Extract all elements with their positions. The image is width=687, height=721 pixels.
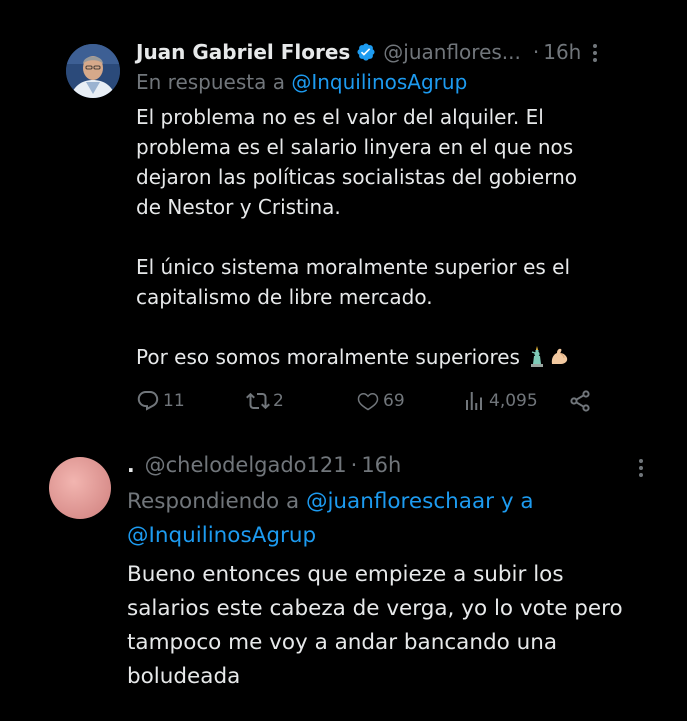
views-button[interactable]: 4,095 [462,386,538,416]
repost-count: 2 [273,391,284,411]
avatar[interactable] [66,44,120,98]
reply-mention-link[interactable]: @juanfloreschaar [306,489,494,514]
reply-button[interactable]: 11 [136,386,185,416]
separator-dot: · [532,40,540,64]
statue-of-liberty-icon [526,344,548,376]
reply-prefix: Respondiendo a [127,489,306,514]
views-chart-icon [466,392,482,410]
verified-badge-icon [356,42,376,62]
separator-dot: · [350,453,358,477]
tweet-header: Juan Gabriel Flores @juanflores... · 16h [136,38,581,66]
heart-icon [357,392,379,411]
timestamp[interactable]: 16h [543,40,581,64]
more-options-icon[interactable] [585,41,605,65]
repost-button[interactable]: 2 [246,386,284,416]
author-handle[interactable]: @juanflores... [383,40,521,64]
timestamp[interactable]: 16h [361,453,401,477]
avatar[interactable] [49,457,111,519]
tweet-text: El problema no es el valor del alquiler.… [136,102,636,376]
reply-joiner: y a [493,489,534,514]
action-bar: 11 2 69 4,095 [136,386,606,416]
share-icon [570,390,590,412]
reply-mention-link[interactable]: @InquilinosAgrup [291,70,467,94]
avatar-image [66,44,120,98]
tweet-reply[interactable]: . @chelodelgado121 · 16h Respondiendo a … [0,440,687,721]
tweet-body-text: El problema no es el valor del alquiler.… [136,105,577,369]
reply-count: 11 [163,391,185,411]
reply-context: En respuesta a @InquilinosAgrup [136,67,467,97]
reply-mention-link[interactable]: @InquilinosAgrup [127,523,316,548]
tweet-text: Bueno entonces que empieze a subir los s… [127,562,623,689]
repost-icon [246,392,270,410]
tweet-main[interactable]: Juan Gabriel Flores @juanflores... · 16h… [0,0,687,440]
more-options-icon[interactable] [631,456,651,480]
tweet-header: . @chelodelgado121 · 16h [127,450,401,480]
like-count: 69 [383,391,405,411]
like-button[interactable]: 69 [356,386,405,416]
flexed-biceps-icon [548,344,572,376]
author-name[interactable]: . [127,453,135,477]
author-name[interactable]: Juan Gabriel Flores [136,40,350,64]
share-button[interactable] [568,386,592,416]
reply-prefix: En respuesta a [136,70,292,94]
author-handle[interactable]: @chelodelgado121 [145,453,347,477]
reply-context: Respondiendo a @juanfloreschaar y a @Inq… [127,485,647,553]
reply-icon [137,391,159,411]
views-count: 4,095 [489,391,538,411]
